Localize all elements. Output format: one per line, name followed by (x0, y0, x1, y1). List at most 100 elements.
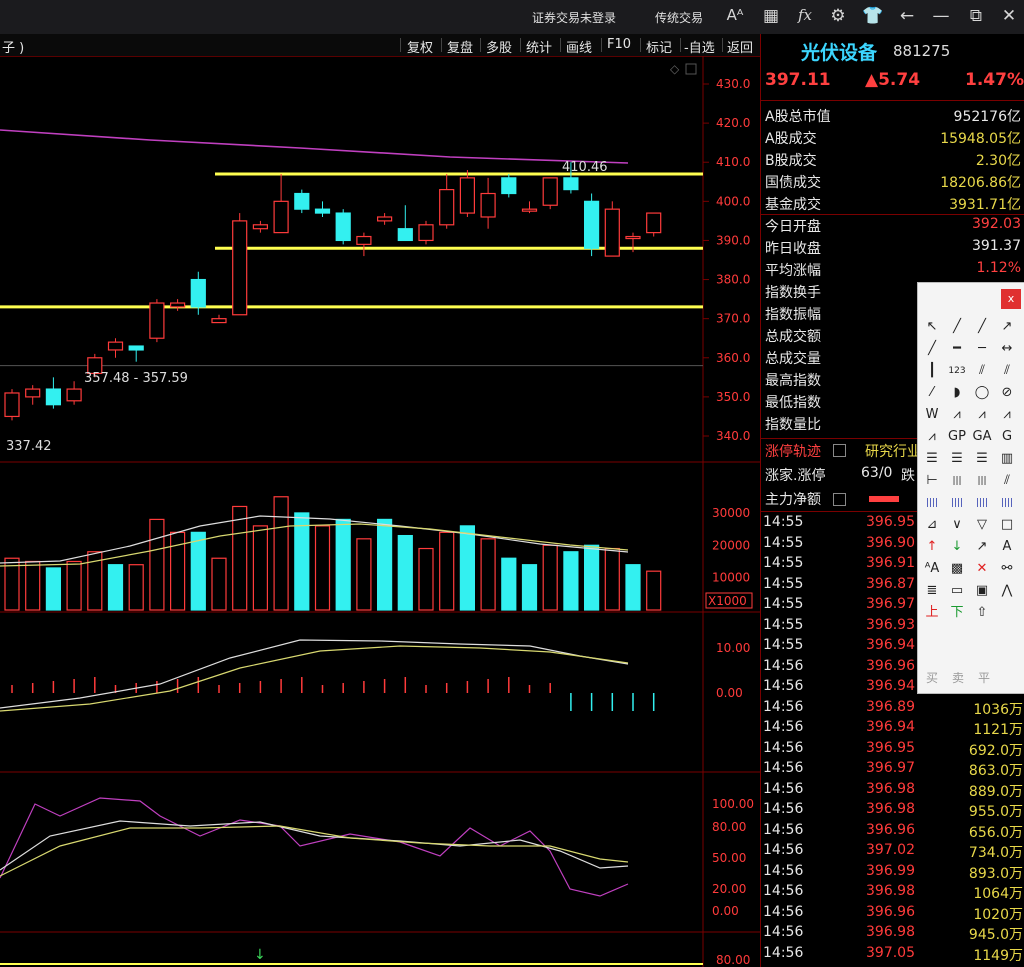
tick-time: 14:56 (763, 821, 804, 838)
flat-label[interactable]: 平 (978, 669, 990, 686)
back-arrow-icon[interactable]: ← (896, 6, 918, 26)
hide-icon[interactable]: ⚯ (996, 559, 1018, 579)
text-a-icon[interactable]: A (996, 537, 1018, 557)
fib2-icon[interactable]: ☰ (946, 449, 968, 469)
arc-icon[interactable]: ◗ (946, 383, 968, 403)
up-mark-icon[interactable]: 上 (921, 603, 943, 623)
image-icon[interactable]: ▣ (971, 581, 993, 601)
double-arrow-icon[interactable]: ↔ (996, 339, 1018, 359)
list-icon[interactable]: ≣ (921, 581, 943, 601)
classic-trade-button[interactable]: 传统交易 (655, 9, 703, 26)
shirt-icon[interactable]: 👕 (862, 6, 884, 26)
line-segment-icon[interactable]: ╱ (946, 317, 968, 337)
arrow-line-icon[interactable]: ↗ (996, 317, 1018, 337)
tab-statistics[interactable]: 统计 (526, 37, 552, 56)
tab-draw-line[interactable]: 画线 (566, 37, 592, 56)
diamond-icon[interactable]: ◇ (670, 62, 680, 76)
tab-fuquan[interactable]: 复权 (407, 37, 433, 56)
buy-signal-arrow-icon: ↓ (254, 947, 266, 963)
volume-bar (501, 557, 517, 611)
fib4-icon[interactable]: ▥ (996, 449, 1018, 469)
signal-icon[interactable]: ⇧ (971, 603, 993, 623)
period3-icon[interactable]: |||| (971, 493, 993, 513)
text-label-icon[interactable]: ᴬA (921, 559, 943, 579)
login-status[interactable]: 证券交易未登录 (532, 9, 616, 26)
delete-icon[interactable]: ✕ (971, 559, 993, 579)
fib-icon[interactable]: ☰ (921, 449, 943, 469)
close-icon[interactable]: ✕ (998, 6, 1020, 26)
tab-mark[interactable]: 标记 (646, 37, 672, 56)
palette-close-button[interactable]: x (1001, 289, 1021, 309)
gear-icon[interactable]: ⚙ (827, 6, 849, 26)
triangle-icon[interactable]: ▽ (971, 515, 993, 535)
tab-back[interactable]: 返回 (727, 37, 753, 56)
tick-time: 14:56 (763, 883, 804, 899)
peak-icon[interactable]: ⋀ (996, 581, 1018, 601)
volume-bar (128, 564, 144, 611)
price-axis: 430.0 420.0 410.0 400.0 390.0 380.0 370.0 360.0… (703, 77, 750, 443)
bars2-icon[interactable]: ||| (971, 471, 993, 491)
fx-formula-icon[interactable]: fx (794, 6, 816, 24)
bars-icon[interactable]: ||| (946, 471, 968, 491)
layout-grid-icon[interactable]: ▦ (760, 6, 782, 26)
kline-chart-area[interactable]: 430.0 420.0 410.0 400.0 390.0 380.0 370.0 360.0… (0, 56, 760, 967)
gp-icon[interactable]: GP (946, 427, 968, 447)
vertical-line-icon[interactable]: ┃ (921, 361, 943, 381)
macd-tick-label: 0.00 (716, 686, 743, 700)
main-net-checkbox[interactable] (833, 493, 846, 506)
fib3-icon[interactable]: ☰ (971, 449, 993, 469)
down-v-icon[interactable]: ∨ (946, 515, 968, 535)
period2-icon[interactable]: |||| (946, 493, 968, 513)
period-icon[interactable]: |||| (921, 493, 943, 513)
rectangle-icon[interactable]: □ (996, 515, 1018, 535)
up-arrow-icon[interactable]: ↑ (921, 537, 943, 557)
price-label-icon[interactable]: 123 (946, 361, 968, 381)
trend-icon[interactable]: ⩘ (971, 405, 993, 425)
fan-icon[interactable]: ⩘ (921, 427, 943, 447)
channel-icon[interactable]: ⫽ (996, 361, 1018, 381)
horizontal-ray-icon[interactable]: ─ (971, 339, 993, 359)
gc-icon[interactable]: G (996, 427, 1018, 447)
ruler-icon[interactable]: ▭ (946, 581, 968, 601)
horizontal-line-icon[interactable]: ━ (946, 339, 968, 359)
down-arrow-icon[interactable]: ↓ (946, 537, 968, 557)
bracket-icon[interactable]: ⊢ (921, 471, 943, 491)
period4-icon[interactable]: |||| (996, 493, 1018, 513)
tab-f10[interactable]: F10 (607, 37, 631, 52)
cursor-icon[interactable]: ↖ (921, 317, 943, 337)
limit-track-checkbox[interactable] (833, 444, 846, 457)
buy-label[interactable]: 买 (926, 669, 938, 686)
limit-track-tab[interactable]: 涨停轨迹 (765, 441, 821, 461)
wave-line-icon[interactable]: ⁄ (921, 383, 943, 403)
cycle-icon[interactable]: ⊘ (996, 383, 1018, 403)
drawing-tool-palette[interactable]: x ↖ ╱ ╱ ↗ ╱ ━ ─ ↔ ┃ 123 ⫽ ⫽ ⁄ ◗ ◯ ⊘ W ⩘ ⩘ ⩘ ⩘ GP GA G ☰ ☰ ☰ ▥ ⊢ ||| ||… (917, 282, 1024, 694)
block-icon[interactable]: ▩ (946, 559, 968, 579)
tick-row: 14:56 397.02 734.0万 (761, 842, 1024, 862)
sell-label[interactable]: 卖 (952, 669, 964, 686)
extend-line-icon[interactable]: ╱ (921, 339, 943, 359)
research-industry-tab[interactable]: 研究行业 (865, 441, 921, 461)
arrow-tool-icon[interactable]: ↗ (971, 537, 993, 557)
tab-fupan[interactable]: 复盘 (447, 37, 473, 56)
font-size-icon[interactable]: Aᴬ (724, 6, 746, 24)
minimize-icon[interactable]: — (930, 6, 952, 26)
kdj-pane: 100.00 80.00 50.00 20.00 0.00 80.00 ↓ (0, 797, 754, 967)
ray-icon[interactable]: ╱ (971, 317, 993, 337)
zigzag-icon[interactable]: ⩘ (946, 405, 968, 425)
tick-price: 396.96 (866, 821, 915, 838)
collapse-icon[interactable] (685, 63, 697, 75)
w-pattern-icon[interactable]: W (921, 405, 943, 425)
restore-icon[interactable]: ⧉ (965, 6, 987, 26)
down-mark-icon[interactable]: 下 (946, 603, 968, 623)
circle-icon[interactable]: ◯ (971, 383, 993, 403)
tab-multi-stock[interactable]: 多股 (486, 37, 512, 56)
tab-watchlist[interactable]: -自选 (684, 37, 715, 56)
parallel-line-icon[interactable]: ⫽ (971, 361, 993, 381)
wave3-icon[interactable]: ⩘ (996, 405, 1018, 425)
stat-label: 指数量比 (765, 417, 821, 433)
gann-fan-icon[interactable]: ⊿ (921, 515, 943, 535)
ga-icon[interactable]: GA (971, 427, 993, 447)
period-label[interactable]: 子 ) (2, 37, 24, 56)
kline-chart-svg[interactable]: 430.0 420.0 410.0 400.0 390.0 380.0 370.0 360.0… (0, 56, 760, 967)
bars3-icon[interactable]: ⫽ (996, 471, 1018, 491)
